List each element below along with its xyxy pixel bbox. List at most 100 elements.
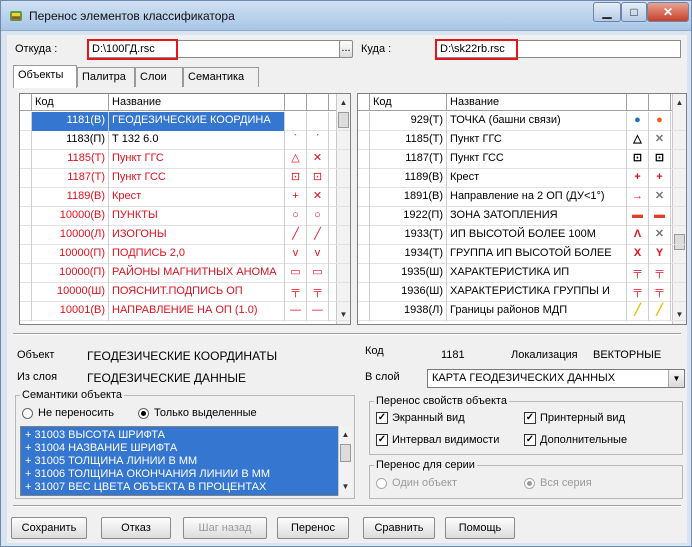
semantics-scrollbar[interactable]: ▲ ▼ xyxy=(338,426,352,496)
semantic-list-item[interactable]: + 31006 ТОЛЩИНА ОКОНЧАНИЯ ЛИНИИ В ММ xyxy=(25,468,270,480)
printer-view-label: Принтерный вид xyxy=(540,412,625,424)
cancel-button[interactable]: Отказ xyxy=(101,517,171,539)
printer-view-checkbox[interactable]: ✓ xyxy=(524,412,536,424)
tab-objects[interactable]: Объекты xyxy=(13,65,77,88)
table-row[interactable]: 1189(В) Крест + + xyxy=(358,169,686,188)
row-marker xyxy=(358,131,370,150)
step-back-button[interactable]: Шаг назад xyxy=(183,517,267,539)
radio-one-object[interactable] xyxy=(376,478,387,489)
divider xyxy=(13,333,681,335)
row-marker xyxy=(358,245,370,264)
target-objects-table[interactable]: Код Название ▲ ▼ 929(Т) ТОЧКА (башни связ… xyxy=(357,93,687,325)
symbol-printer-icon: Y xyxy=(649,245,671,264)
additional-checkbox[interactable]: ✓ xyxy=(524,434,536,446)
scroll-up-icon[interactable]: ▲ xyxy=(337,96,350,110)
symbol-screen-icon: ▬ xyxy=(627,207,649,226)
dialog-body: Откуда : D:\100ГД.rsc ... Куда : D:\sk22… xyxy=(7,35,687,543)
table-row[interactable]: 10000(П) РАЙОНЫ МАГНИТНЫХ АНОМА ▭ ▭ xyxy=(20,264,350,283)
symbol-printer-icon: — xyxy=(307,302,329,321)
table-row[interactable]: 1935(Ш) ХАРАКТЕРИСТИКА ИП ╤ ╤ xyxy=(358,264,686,283)
row-code: 1183(П) xyxy=(32,131,109,150)
table-row[interactable]: 10000(Ш) ПОЯСНИТ.ПОДПИСЬ ОП ╤ ╤ xyxy=(20,283,350,302)
chevron-down-icon[interactable]: ▼ xyxy=(668,370,684,387)
table-row[interactable]: 1185(Т) Пункт ГГС △ ✕ xyxy=(20,150,350,169)
symbol-printer-icon xyxy=(307,112,329,131)
row-code: 10000(П) xyxy=(32,245,109,264)
scroll-thumb[interactable] xyxy=(340,444,351,462)
minimize-icon[interactable]: ▁ xyxy=(593,2,621,22)
row-code: 1891(В) xyxy=(370,188,447,207)
table-row[interactable]: 10000(Л) ИЗОГОНЫ ╱ ╱ xyxy=(20,226,350,245)
visibility-range-checkbox[interactable]: ✓ xyxy=(376,434,388,446)
maximize-icon[interactable]: □ xyxy=(621,2,647,22)
table-row[interactable]: 10001(В) НАПРАВЛЕНИЕ НА ОП (1.0) — — xyxy=(20,302,350,321)
row-marker xyxy=(20,188,32,207)
row-marker xyxy=(20,226,32,245)
row-marker xyxy=(358,169,370,188)
row-code: 1938(Л) xyxy=(370,302,447,321)
table-row[interactable]: 1891(В) Направление на 2 ОП (ДУ<1°) → ✕ xyxy=(358,188,686,207)
table-row[interactable]: 10000(В) ПУНКТЫ ○ ○ xyxy=(20,207,350,226)
row-name: ТОЧКА (башни связи) xyxy=(447,112,627,131)
table-row[interactable]: 1933(Т) ИП ВЫСОТОЙ БОЛЕЕ 100М Λ ✕ xyxy=(358,226,686,245)
row-marker xyxy=(358,226,370,245)
table-row[interactable]: 1187(Т) Пункт ГСС ⊡ ⊡ xyxy=(358,150,686,169)
row-marker xyxy=(20,302,32,321)
table-row[interactable]: 1936(Ш) ХАРАКТЕРИСТИКА ГРУППЫ И ╤ ╤ xyxy=(358,283,686,302)
table-header: Код Название xyxy=(358,94,686,111)
radio-one-object-label: Один объект xyxy=(392,477,458,489)
compare-button[interactable]: Сравнить xyxy=(363,517,435,539)
semantic-list-item[interactable]: + 31007 ВЕС ЦВЕТА ОБЪЕКТА В ПРОЦЕНТАХ xyxy=(25,481,266,493)
symbol-printer-icon: v xyxy=(307,245,329,264)
row-name: Границы районов МДП xyxy=(447,302,627,321)
to-layer-select[interactable]: КАРТА ГЕОДЕЗИЧЕСКИХ ДАННЫХ ▼ xyxy=(427,369,685,388)
symbol-screen-icon: ⊡ xyxy=(627,150,649,169)
tab-semantics[interactable]: Семантика xyxy=(183,67,259,87)
scroll-down-icon[interactable]: ▼ xyxy=(339,480,352,494)
semantic-list-item[interactable]: + 31003 ВЫСОТА ШРИФТА xyxy=(25,429,165,441)
table-row[interactable]: 1922(П) ЗОНА ЗАТОПЛЕНИЯ ▬ ▬ xyxy=(358,207,686,226)
help-button[interactable]: Помощь xyxy=(445,517,515,539)
row-name: Крест xyxy=(109,188,285,207)
table-row[interactable]: 1934(Т) ГРУППА ИП ВЫСОТОЙ БОЛЕЕ X Y xyxy=(358,245,686,264)
symbol-screen-icon: v xyxy=(285,245,307,264)
table-row[interactable]: 1183(П) Т 132 6.0 ˋ ˊ xyxy=(20,131,350,150)
tab-layers[interactable]: Слои xyxy=(135,67,183,87)
row-marker xyxy=(358,283,370,302)
row-name: ЗОНА ЗАТОПЛЕНИЯ xyxy=(447,207,627,226)
table-row[interactable]: 1181(В) ГЕОДЕЗИЧЕСКИЕ КООРДИНА xyxy=(20,112,350,131)
symbol-printer-icon: ✕ xyxy=(307,188,329,207)
transfer-button[interactable]: Перенос xyxy=(277,517,349,539)
series-group: Перенос для серии Один объект Вся серия xyxy=(369,459,683,499)
localization-label: Локализация xyxy=(511,349,578,361)
code-label: Код xyxy=(365,345,384,357)
table-row[interactable]: 1187(Т) Пункт ГСС ⊡ ⊡ xyxy=(20,169,350,188)
symbol-screen-icon: △ xyxy=(285,150,307,169)
radio-whole-series[interactable] xyxy=(524,478,535,489)
radio-selected-only[interactable] xyxy=(138,408,149,419)
semantic-list-item[interactable]: + 31004 НАЗВАНИЕ ШРИФТА xyxy=(25,442,177,454)
title-bar[interactable]: Перенос элементов классификатора ▁ □ ✕ xyxy=(1,1,691,31)
scroll-up-icon[interactable]: ▲ xyxy=(339,428,352,442)
table-row[interactable]: 1938(Л) Границы районов МДП ╱ ╱ xyxy=(358,302,686,321)
symbol-printer-icon: + xyxy=(649,169,671,188)
save-button[interactable]: Сохранить xyxy=(11,517,87,539)
close-icon[interactable]: ✕ xyxy=(647,2,689,22)
screen-view-checkbox[interactable]: ✓ xyxy=(376,412,388,424)
row-marker xyxy=(20,245,32,264)
semantics-list[interactable]: + 31003 ВЫСОТА ШРИФТА + 31004 НАЗВАНИЕ ШР… xyxy=(20,426,340,496)
visibility-range-label: Интервал видимости xyxy=(392,434,500,446)
table-row[interactable]: 1185(Т) Пункт ГГС △ ✕ xyxy=(358,131,686,150)
radio-dont-transfer[interactable] xyxy=(22,408,33,419)
browse-button[interactable]: ... xyxy=(339,40,353,58)
symbol-screen-icon: — xyxy=(285,302,307,321)
table-row[interactable]: 10000(П) ПОДПИСЬ 2,0 v v xyxy=(20,245,350,264)
scroll-up-icon[interactable]: ▲ xyxy=(673,96,686,110)
tab-palette[interactable]: Палитра xyxy=(77,67,135,87)
table-row[interactable]: 1189(В) Крест + ✕ xyxy=(20,188,350,207)
semantic-list-item[interactable]: + 31005 ТОЛЩИНА ЛИНИИ В ММ xyxy=(25,455,197,467)
table-row[interactable]: 929(Т) ТОЧКА (башни связи) ● ● xyxy=(358,112,686,131)
source-objects-table[interactable]: Код Название ▲ ▼ 1181(В) ГЕОДЕЗИЧЕСКИЕ КО… xyxy=(19,93,351,325)
symbol-screen-icon: + xyxy=(627,169,649,188)
symbol-screen-icon: ╤ xyxy=(627,264,649,283)
